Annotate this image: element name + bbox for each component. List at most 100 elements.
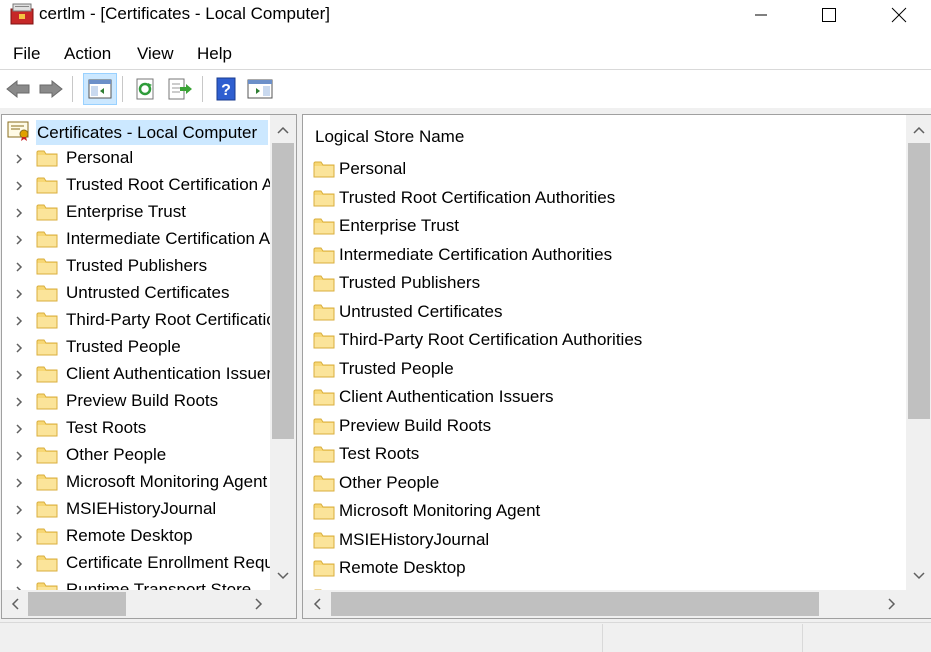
tree-item[interactable]: Remote Desktop xyxy=(2,524,270,551)
list-item[interactable]: Personal xyxy=(303,156,906,184)
close-button[interactable] xyxy=(876,0,922,30)
tree-vertical-scroll-thumb[interactable] xyxy=(272,143,294,439)
list-item[interactable]: Client Authentication Issuers xyxy=(303,384,906,412)
folder-icon xyxy=(313,359,335,379)
column-header-logical-store-name[interactable]: Logical Store Name xyxy=(315,127,464,147)
list-item[interactable]: Third-Party Root Certification Authoriti… xyxy=(303,327,906,355)
status-bar-section xyxy=(602,624,803,652)
menu-file[interactable]: File xyxy=(13,44,40,64)
tree-item[interactable]: Trusted Root Certification Authorities xyxy=(2,173,270,200)
tree-item[interactable]: MSIEHistoryJournal xyxy=(2,497,270,524)
list-item-label: Third-Party Root Certification Authoriti… xyxy=(339,330,643,349)
folder-icon xyxy=(313,159,335,179)
list-item[interactable]: Test Roots xyxy=(303,441,906,469)
tree-item[interactable]: Trusted Publishers xyxy=(2,254,270,281)
expand-chevron-icon[interactable] xyxy=(12,422,26,436)
expand-chevron-icon[interactable] xyxy=(12,233,26,247)
tree-scroll-left-button[interactable] xyxy=(2,590,28,618)
folder-icon xyxy=(36,175,58,195)
expand-chevron-icon[interactable] xyxy=(12,557,26,571)
tree-item[interactable]: Personal xyxy=(2,146,270,173)
expand-chevron-icon[interactable] xyxy=(12,206,26,220)
list-vertical-scroll-thumb[interactable] xyxy=(908,143,930,419)
console-tree: Certificates - Local Computer Personal Tr… xyxy=(2,115,270,590)
show-hide-console-tree-button[interactable] xyxy=(86,75,114,103)
tree-item[interactable]: Test Roots xyxy=(2,416,270,443)
menu-action[interactable]: Action xyxy=(64,44,111,64)
expand-chevron-icon[interactable] xyxy=(12,530,26,544)
list-scroll-left-button[interactable] xyxy=(303,590,331,618)
list-item-label: Trusted Publishers xyxy=(339,273,481,292)
folder-icon xyxy=(313,387,335,407)
tree-item-label: Microsoft Monitoring Agent xyxy=(66,472,268,491)
tree-item-label: Enterprise Trust xyxy=(66,202,186,221)
expand-chevron-icon[interactable] xyxy=(12,314,26,328)
expand-chevron-icon[interactable] xyxy=(12,503,26,517)
tree-scroll-down-button[interactable] xyxy=(270,563,296,589)
expand-chevron-icon[interactable] xyxy=(12,395,26,409)
list-item-label: Client Authentication Issuers xyxy=(339,387,554,406)
certificates-snapin-icon xyxy=(6,120,32,142)
forward-button[interactable] xyxy=(37,75,65,103)
export-list-button[interactable] xyxy=(166,75,194,103)
expand-chevron-icon[interactable] xyxy=(12,260,26,274)
tree-item-label: Intermediate Certification Authorities xyxy=(66,229,270,248)
tree-item[interactable]: Untrusted Certificates xyxy=(2,281,270,308)
expand-chevron-icon[interactable] xyxy=(12,368,26,382)
list-item[interactable]: Other People xyxy=(303,470,906,498)
maximize-button[interactable] xyxy=(806,0,852,30)
tree-item[interactable]: Intermediate Certification Authorities xyxy=(2,227,270,254)
back-button[interactable] xyxy=(4,75,32,103)
list-horizontal-scroll-thumb[interactable] xyxy=(331,592,819,616)
list-item[interactable]: MSIEHistoryJournal xyxy=(303,527,906,555)
expand-chevron-icon[interactable] xyxy=(12,179,26,193)
list-scroll-down-button[interactable] xyxy=(906,563,931,589)
minimize-button[interactable] xyxy=(738,0,784,30)
tree-item-label: Third-Party Root Certification Authoriti… xyxy=(66,310,270,329)
help-button[interactable]: ? xyxy=(212,75,240,103)
tree-item[interactable]: Trusted People xyxy=(2,335,270,362)
scrollbar-corner xyxy=(270,590,296,618)
list-item[interactable]: Microsoft Monitoring Agent xyxy=(303,498,906,526)
toolbar-separator xyxy=(122,76,123,102)
list-scroll-right-button[interactable] xyxy=(879,590,905,618)
tree-scroll-right-button[interactable] xyxy=(246,590,272,618)
tree-item-label: MSIEHistoryJournal xyxy=(66,499,217,518)
list-item[interactable]: Enterprise Trust xyxy=(303,213,906,241)
list-item[interactable]: Intermediate Certification Authorities xyxy=(303,242,906,270)
tree-item[interactable]: Certificate Enrollment Requests xyxy=(2,551,270,578)
expand-chevron-icon[interactable] xyxy=(12,287,26,301)
tree-item[interactable]: Enterprise Trust xyxy=(2,200,270,227)
list-item[interactable]: Remote Desktop xyxy=(303,555,906,583)
tree-root-label[interactable]: Certificates - Local Computer xyxy=(37,123,257,143)
chevron-right-icon xyxy=(255,598,263,610)
tree-horizontal-scroll-thumb[interactable] xyxy=(28,592,126,616)
tree-item[interactable]: Other People xyxy=(2,443,270,470)
expand-chevron-icon[interactable] xyxy=(12,449,26,463)
list-item[interactable]: Preview Build Roots xyxy=(303,413,906,441)
tree-item[interactable]: Client Authentication Issuers xyxy=(2,362,270,389)
list-item-label: Trusted People xyxy=(339,358,454,378)
list-scroll-up-button[interactable] xyxy=(906,117,931,143)
tree-item-label: Client Authentication Issuers xyxy=(66,364,270,383)
menu-view[interactable]: View xyxy=(137,44,174,64)
refresh-button[interactable] xyxy=(132,75,160,103)
tree-item[interactable]: Microsoft Monitoring Agent xyxy=(2,470,270,497)
list-item[interactable]: Trusted People xyxy=(303,356,906,384)
list-item[interactable]: Untrusted Certificates xyxy=(303,299,906,327)
expand-chevron-icon[interactable] xyxy=(12,476,26,490)
show-hide-action-pane-button[interactable] xyxy=(246,75,274,103)
list-item[interactable]: Trusted Publishers xyxy=(303,270,906,298)
expand-chevron-icon[interactable] xyxy=(12,152,26,166)
list-item[interactable]: Trusted Root Certification Authorities xyxy=(303,185,906,213)
tree-scroll-up-button[interactable] xyxy=(270,117,296,143)
tree-item[interactable]: Runtime Transport Store xyxy=(2,578,270,590)
expand-chevron-icon[interactable] xyxy=(12,341,26,355)
tree-item[interactable]: Third-Party Root Certification Authoriti… xyxy=(2,308,270,335)
folder-icon xyxy=(36,283,58,303)
status-bar-section xyxy=(0,624,602,652)
menu-help[interactable]: Help xyxy=(197,44,232,64)
list-item-label: Trusted Root Certification Authorities xyxy=(339,187,616,207)
tree-item[interactable]: Preview Build Roots xyxy=(2,389,270,416)
certificate-manager-app-icon xyxy=(10,3,34,25)
